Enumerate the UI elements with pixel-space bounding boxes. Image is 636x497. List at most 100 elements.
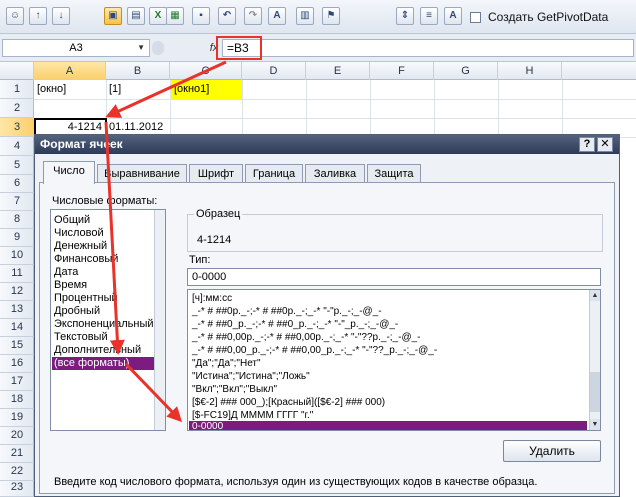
row-header[interactable]: 3 xyxy=(0,118,34,137)
type-input[interactable]: 0-0000 xyxy=(187,268,601,286)
column-header[interactable]: A xyxy=(34,62,106,80)
column-chart-icon[interactable]: ▥ xyxy=(296,7,314,25)
list-item[interactable]: [$€-2] ### 000_);[Красный]([$€-2] ### 00… xyxy=(189,396,587,409)
flag-icon[interactable]: ⚑ xyxy=(322,7,340,25)
select-all-corner[interactable] xyxy=(0,62,34,80)
list-item[interactable]: Общий xyxy=(52,214,156,227)
type-label: Тип: xyxy=(189,254,211,266)
worksheet-grid[interactable]: [окно] [1] [окно1] 4-1214 01.11.2012 xyxy=(34,80,636,138)
list-item[interactable]: Дополнительный xyxy=(52,344,156,357)
row-header[interactable]: 23 xyxy=(0,478,34,497)
lock-icon[interactable]: ▣ xyxy=(104,7,122,25)
list-item[interactable]: [ч]:мм:сс xyxy=(189,292,587,305)
dialog-title-bar[interactable]: Формат ячеек ? ✕ xyxy=(35,135,619,154)
list-item[interactable]: Денежный xyxy=(52,240,156,253)
format-code-list[interactable]: [ч]:мм:сс _-* # ##0р._-;-* # ##0р._-;_-*… xyxy=(187,289,601,431)
list-item[interactable]: Дробный xyxy=(52,305,156,318)
scroll-down-icon[interactable]: ▼ xyxy=(590,419,600,430)
row-header[interactable]: 20 xyxy=(0,426,34,445)
column-header[interactable]: D xyxy=(242,62,306,80)
list-item[interactable]: _-* # ##0,00_р._-;-* # ##0,00_р._-;_-* "… xyxy=(189,344,587,357)
smiley-icon[interactable]: ☺ xyxy=(6,7,24,25)
row-header[interactable]: 19 xyxy=(0,408,34,427)
name-box[interactable]: A3 ▼ xyxy=(2,39,150,57)
list-item[interactable]: Текстовый xyxy=(52,331,156,344)
tab-protection[interactable]: Защита xyxy=(367,164,421,183)
list-item[interactable]: "Вкл";"Вкл";"Выкл" xyxy=(189,383,587,396)
row-header[interactable]: 15 xyxy=(0,336,34,355)
save-icon[interactable]: ▪ xyxy=(192,7,210,25)
row-header[interactable]: 16 xyxy=(0,354,34,373)
scrollbar-icon[interactable]: ⇕ xyxy=(396,7,414,25)
style-icon[interactable]: ▤ xyxy=(127,7,145,25)
tab-fill[interactable]: Заливка xyxy=(305,164,365,183)
close-icon[interactable]: ✕ xyxy=(597,137,613,152)
cell-a1[interactable]: [окно] xyxy=(34,80,106,99)
column-header[interactable]: B xyxy=(106,62,170,80)
cell-b1[interactable]: [1] xyxy=(106,80,170,99)
row-header[interactable]: 18 xyxy=(0,390,34,409)
list-item[interactable]: _-* # ##0_р._-;-* # ##0_р._-;_-* "-"_р._… xyxy=(189,318,587,331)
list-item[interactable]: Время xyxy=(52,279,156,292)
list-item[interactable]: _-* # ##0,00р._-;-* # ##0,00р._-;_-* "-"… xyxy=(189,331,587,344)
delete-button[interactable]: Удалить xyxy=(503,440,601,462)
scroll-up-icon[interactable]: ▲ xyxy=(590,290,600,301)
list-item-selected[interactable]: 0-0000 xyxy=(189,421,587,430)
cell-c1[interactable]: [окно1] xyxy=(171,80,242,99)
insert-function-button[interactable]: fx xyxy=(206,39,222,57)
column-header[interactable]: G xyxy=(434,62,498,80)
tab-number[interactable]: Число xyxy=(43,161,95,184)
list-item[interactable]: _-* # ##0р._-;-* # ##0р._-;_-* "-"р._-;_… xyxy=(189,305,587,318)
getpivotdata-checkbox[interactable] xyxy=(470,12,481,23)
sample-group: Образец 4-1214 xyxy=(187,208,603,252)
list-box-icon[interactable]: ≡ xyxy=(420,7,438,25)
text-symbol-icon[interactable]: A xyxy=(444,7,462,25)
row-header[interactable]: 13 xyxy=(0,300,34,319)
row-header[interactable]: 7 xyxy=(0,192,34,211)
column-header[interactable]: E xyxy=(306,62,370,80)
column-header[interactable]: F xyxy=(370,62,434,80)
format-scrollbar[interactable]: ▲ ▼ xyxy=(589,290,600,430)
list-item-selected[interactable]: (все форматы) xyxy=(52,357,156,370)
row-headers: 1 2 3 4 5 6 7 8 9 10 11 12 13 14 15 16 1… xyxy=(0,80,34,497)
excel-icon[interactable]: X xyxy=(149,7,167,25)
list-item[interactable]: Процентный xyxy=(52,292,156,305)
sort-descending-icon[interactable]: ↓ xyxy=(52,7,70,25)
scroll-thumb[interactable] xyxy=(590,372,600,412)
sort-ascending-icon[interactable]: ↑ xyxy=(29,7,47,25)
redo-icon[interactable]: ↷ xyxy=(244,7,262,25)
category-list[interactable]: Общий Числовой Денежный Финансовый Дата … xyxy=(50,209,166,431)
list-item[interactable]: Экспоненциальный xyxy=(52,318,156,331)
row-header[interactable]: 11 xyxy=(0,264,34,283)
chevron-down-icon[interactable]: ▼ xyxy=(137,40,145,56)
list-item[interactable]: "Истина";"Истина";"Ложь" xyxy=(189,370,587,383)
green-cells-icon[interactable]: ▦ xyxy=(166,7,184,25)
tab-border[interactable]: Граница xyxy=(245,164,303,183)
row-header[interactable]: 4 xyxy=(0,137,34,156)
row-header[interactable]: 12 xyxy=(0,282,34,301)
row-header[interactable]: 2 xyxy=(0,99,34,118)
row-header[interactable]: 14 xyxy=(0,318,34,337)
list-item[interactable]: Числовой xyxy=(52,227,156,240)
row-header[interactable]: 10 xyxy=(0,246,34,265)
column-header[interactable]: H xyxy=(498,62,562,80)
list-item[interactable]: Дата xyxy=(52,266,156,279)
row-header[interactable]: 8 xyxy=(0,210,34,229)
tab-alignment[interactable]: Выравнивание xyxy=(97,164,187,183)
text-box-icon[interactable]: A xyxy=(268,7,286,25)
row-header[interactable]: 21 xyxy=(0,444,34,463)
row-header[interactable]: 1 xyxy=(0,80,34,99)
row-header[interactable]: 5 xyxy=(0,156,34,175)
list-item[interactable]: Финансовый xyxy=(52,253,156,266)
row-header[interactable]: 6 xyxy=(0,174,34,193)
row-header[interactable]: 9 xyxy=(0,228,34,247)
category-scrollbar[interactable] xyxy=(154,210,165,430)
column-header[interactable]: C xyxy=(170,62,242,80)
formula-bar-grip[interactable] xyxy=(152,41,164,55)
tab-font[interactable]: Шрифт xyxy=(189,164,243,183)
help-icon[interactable]: ? xyxy=(579,137,595,152)
row-header[interactable]: 17 xyxy=(0,372,34,391)
undo-icon[interactable]: ↶ xyxy=(218,7,236,25)
formula-input[interactable]: =B3 xyxy=(222,39,634,57)
list-item[interactable]: "Да";"Да";"Нет" xyxy=(189,357,587,370)
